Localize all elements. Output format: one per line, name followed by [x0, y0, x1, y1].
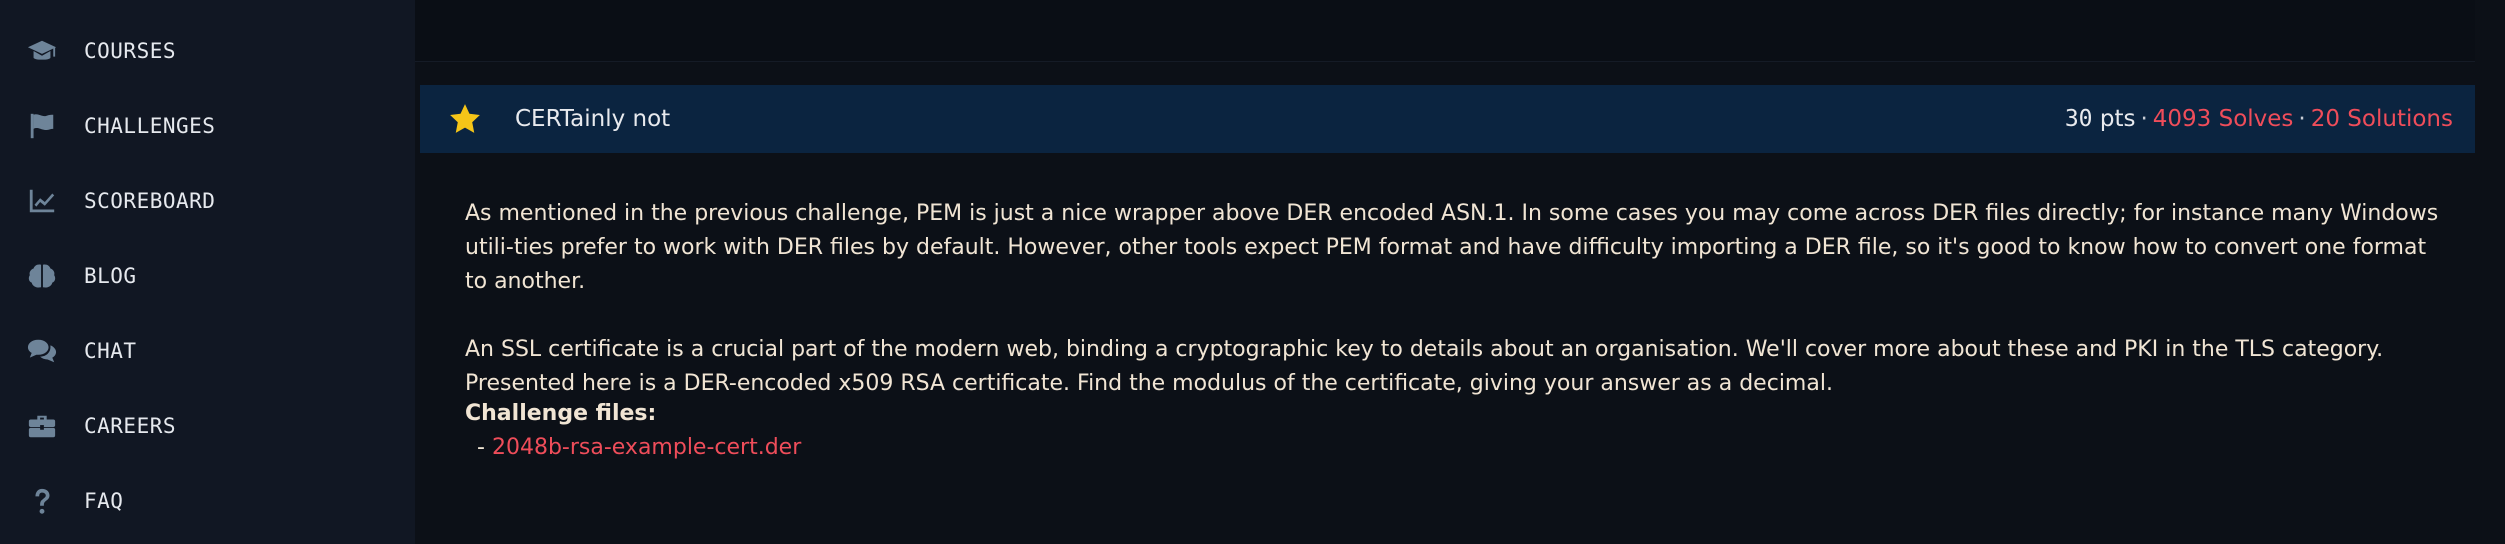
- solves-link[interactable]: 4093 Solves: [2153, 106, 2294, 132]
- file-download-link[interactable]: 2048b-rsa-example-cert.der: [492, 435, 801, 460]
- sidebar-item-courses[interactable]: COURSES: [0, 21, 415, 81]
- description-paragraph: As mentioned in the previous challenge, …: [465, 201, 2439, 294]
- challenge-files-heading: Challenge files:: [465, 401, 657, 426]
- sidebar-item-label: CAREERS: [84, 414, 177, 438]
- sidebar-item-label: COURSES: [84, 39, 177, 63]
- flag-icon: [26, 110, 58, 142]
- sidebar-item-label: FAQ: [84, 489, 124, 513]
- challenge-description: As mentioned in the previous challenge, …: [465, 197, 2455, 435]
- sidebar-item-label: CHAT: [84, 339, 137, 363]
- sidebar-item-label: CHALLENGES: [84, 114, 216, 138]
- challenge-title: CERTainly not: [515, 106, 671, 132]
- chat-bubbles-icon: [26, 335, 58, 367]
- star-icon[interactable]: [448, 102, 482, 136]
- graduation-cap-icon: [26, 35, 58, 67]
- sidebar-item-label: SCOREBOARD: [84, 189, 216, 213]
- sidebar-item-label: BLOG: [84, 264, 137, 288]
- separator: ·: [2140, 106, 2148, 132]
- sidebar-item-chat[interactable]: CHAT: [0, 321, 415, 381]
- separator: ·: [2298, 106, 2306, 132]
- sidebar-item-challenges[interactable]: CHALLENGES: [0, 96, 415, 156]
- challenge-stats: 30 pts · 4093 Solves · 20 Solutions: [2065, 106, 2453, 132]
- chart-line-icon: [26, 185, 58, 217]
- sidebar: COURSES CHALLENGES SCOREBOARD BLOG CHAT …: [0, 0, 415, 544]
- sidebar-item-blog[interactable]: BLOG: [0, 246, 415, 306]
- question-icon: [26, 485, 58, 517]
- sidebar-item-scoreboard[interactable]: SCOREBOARD: [0, 171, 415, 231]
- description-paragraph: An SSL certificate is a crucial part of …: [465, 337, 2384, 396]
- file-bullet: -: [477, 435, 485, 460]
- top-strip: [415, 0, 2475, 62]
- brain-icon: [26, 260, 58, 292]
- main-content: CERTainly not 30 pts · 4093 Solves · 20 Solu…: [415, 0, 2505, 544]
- sidebar-item-faq[interactable]: FAQ: [0, 471, 415, 531]
- sidebar-item-careers[interactable]: CAREERS: [0, 396, 415, 456]
- points-unit: pts: [2099, 106, 2136, 132]
- file-list-item: - 2048b-rsa-example-cert.der: [477, 435, 801, 460]
- briefcase-icon: [26, 410, 58, 442]
- points-value: 30: [2064, 106, 2093, 132]
- challenge-header[interactable]: CERTainly not 30 pts · 4093 Solves · 20 Solu…: [420, 85, 2475, 153]
- solutions-link[interactable]: 20 Solutions: [2311, 106, 2453, 132]
